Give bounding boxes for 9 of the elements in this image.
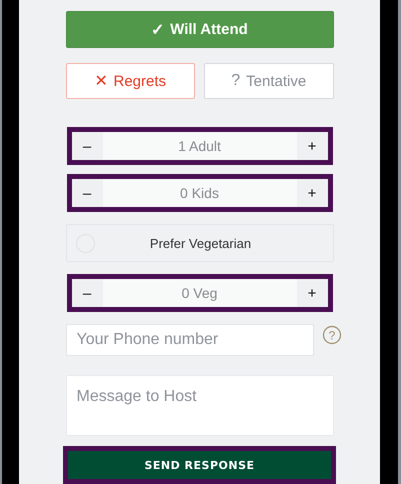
will-attend-button[interactable]: ✓ Will Attend: [66, 11, 334, 48]
send-response-button[interactable]: SEND RESPONSE: [63, 446, 336, 484]
vegetarian-toggle[interactable]: Prefer Vegetarian: [66, 224, 334, 262]
counter-value: 0 Veg: [102, 279, 296, 307]
message-field[interactable]: Message to Host: [66, 375, 334, 436]
counter-value: 1 Adult: [102, 132, 296, 160]
regrets-button[interactable]: ✕ Regrets: [66, 63, 195, 99]
phone-input-field[interactable]: Your Phone number: [66, 324, 314, 356]
counter-value: 0 Kids: [102, 179, 296, 207]
